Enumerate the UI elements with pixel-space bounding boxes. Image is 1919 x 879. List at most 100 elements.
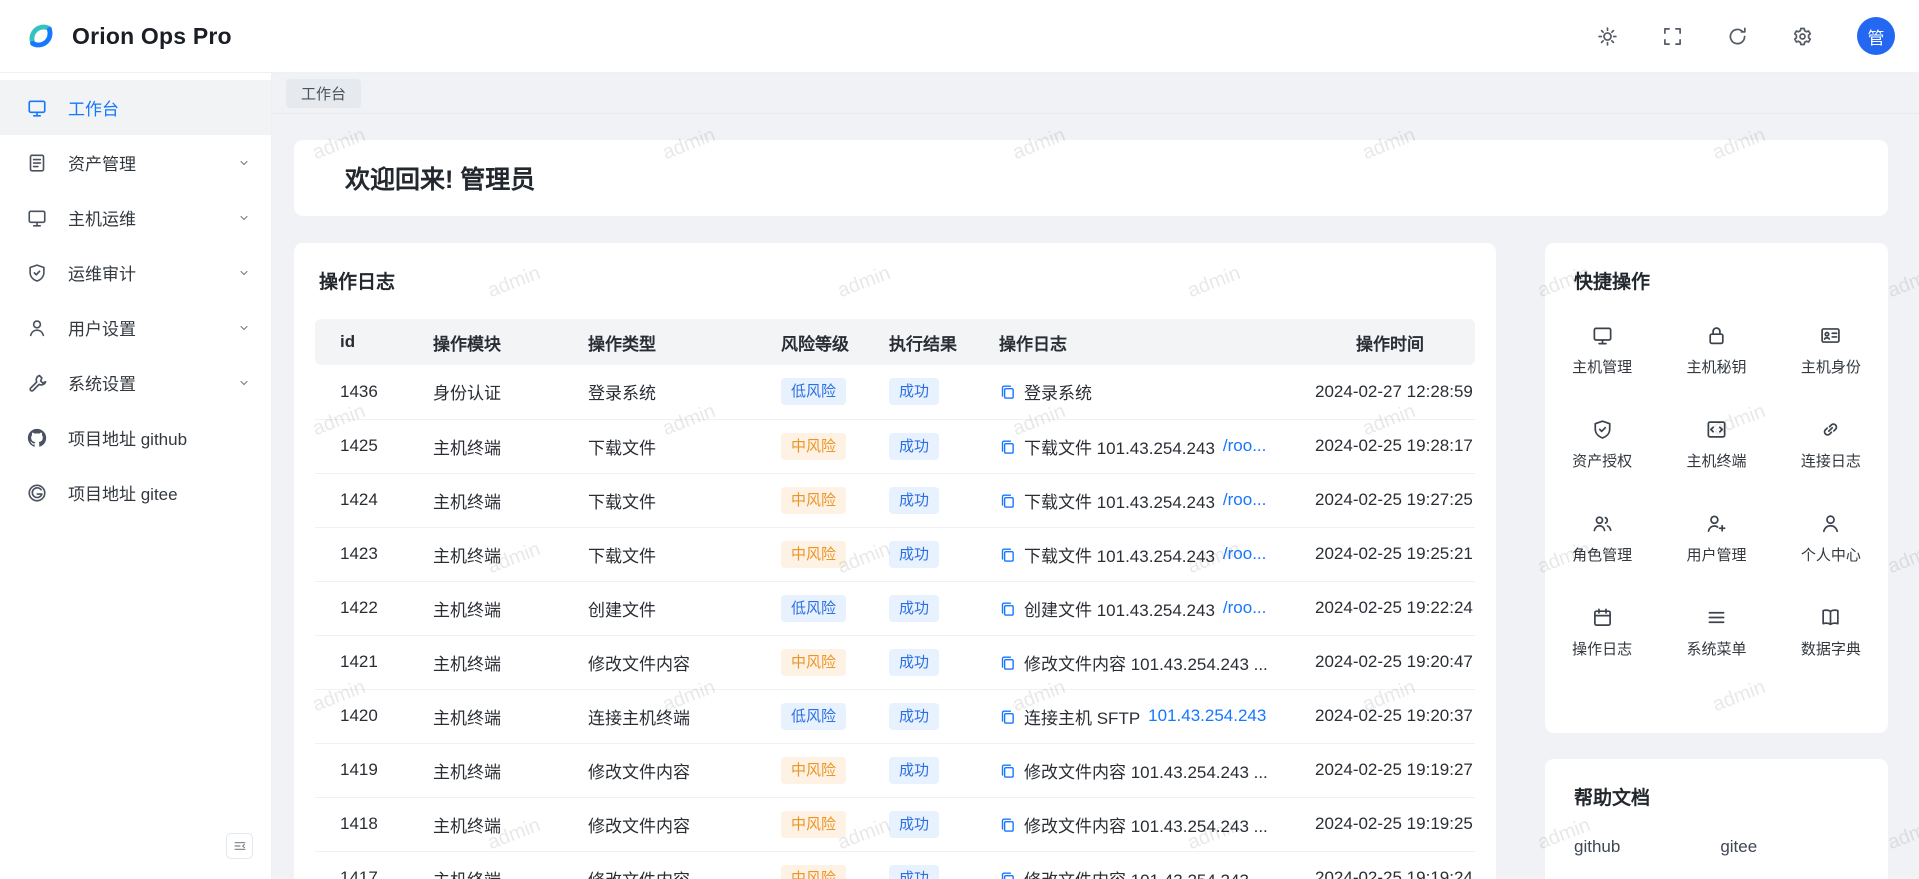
log-link[interactable]: /roo... <box>1223 490 1266 510</box>
idcard-icon <box>1820 325 1841 346</box>
copy-icon[interactable] <box>999 816 1016 833</box>
cell-type: 修改文件内容 <box>580 851 773 879</box>
sidebar-item-label: 运维审计 <box>68 260 216 285</box>
help-link-gitee[interactable]: gitee <box>1720 837 1757 857</box>
column-header: 操作模块 <box>425 319 580 365</box>
log-link[interactable]: /roo... <box>1223 544 1266 564</box>
cell-result: 成功 <box>881 851 991 879</box>
log-link[interactable]: 101.43.254.243 <box>1148 706 1266 726</box>
cell-risk: 中风险 <box>773 527 881 581</box>
risk-level-badge: 低风险 <box>781 378 846 405</box>
help-link-github[interactable]: github <box>1574 837 1620 857</box>
copy-icon[interactable] <box>999 492 1016 509</box>
copy-icon[interactable] <box>999 383 1016 400</box>
quick-actions-title: 快捷操作 <box>1545 267 1888 294</box>
cell-result: 成功 <box>881 527 991 581</box>
log-cell: 下载文件 101.43.254.243/roo... <box>999 488 1297 513</box>
copy-icon[interactable] <box>999 654 1016 671</box>
risk-level-badge: 中风险 <box>781 811 846 838</box>
sidebar-item-system-settings[interactable]: 系统设置 <box>0 355 271 410</box>
cell-type: 修改文件内容 <box>580 635 773 689</box>
log-link[interactable]: /roo... <box>1223 598 1266 618</box>
sidebar-item-host-ops[interactable]: 主机运维 <box>0 190 271 245</box>
sidebar-item-workbench[interactable]: 工作台 <box>0 80 271 135</box>
chevron-down-icon <box>237 266 251 280</box>
copy-icon[interactable] <box>999 600 1016 617</box>
cell-time: 2024-02-25 19:22:24 <box>1305 581 1475 635</box>
menu-icon <box>1706 607 1727 628</box>
copy-icon[interactable] <box>999 438 1016 455</box>
quick-action-connect-log[interactable]: 连接日志 <box>1774 398 1888 492</box>
right-column: 快捷操作 主机管理主机秘钥主机身份资产授权 主机终端连接日志角色管理用户管理个人中… <box>1545 243 1888 879</box>
document-icon <box>27 153 47 173</box>
cell-time: 2024-02-25 19:25:21 <box>1305 527 1475 581</box>
app-header: Orion Ops Pro 管 <box>0 0 1919 73</box>
log-cell: 下载文件 101.43.254.243/roo... <box>999 542 1297 567</box>
cell-id: 1421 <box>315 635 425 689</box>
quick-action-role-manage[interactable]: 角色管理 <box>1545 492 1659 586</box>
sidebar-item-github[interactable]: 项目地址 github <box>0 410 271 465</box>
user-avatar-button[interactable]: 管 <box>1857 17 1895 55</box>
quick-action-user-manage[interactable]: 用户管理 <box>1659 492 1773 586</box>
sidebar-item-asset-management[interactable]: 资产管理 <box>0 135 271 190</box>
quick-action-host-key[interactable]: 主机秘钥 <box>1659 304 1773 398</box>
theme-toggle-button[interactable] <box>1597 26 1618 47</box>
quick-action-label: 资产授权 <box>1572 450 1632 471</box>
copy-icon[interactable] <box>999 870 1016 879</box>
quick-action-label: 操作日志 <box>1572 638 1632 659</box>
sidebar-item-label: 用户设置 <box>68 315 216 340</box>
risk-level-badge: 低风险 <box>781 703 846 730</box>
quick-action-label: 个人中心 <box>1801 544 1861 565</box>
lock-icon <box>1706 325 1727 346</box>
log-text: 修改文件内容 101.43.254.243 ... <box>1024 812 1268 837</box>
quick-action-data-dict[interactable]: 数据字典 <box>1774 586 1888 680</box>
copy-icon[interactable] <box>999 546 1016 563</box>
quick-action-host-terminal[interactable]: 主机终端 <box>1659 398 1773 492</box>
table-row: 1423主机终端下载文件中风险成功下载文件 101.43.254.243/roo… <box>315 527 1475 581</box>
log-cell: 修改文件内容 101.43.254.243 ... <box>999 812 1297 837</box>
quick-action-system-menu[interactable]: 系统菜单 <box>1659 586 1773 680</box>
refresh-button[interactable] <box>1727 26 1748 47</box>
operation-log-card: 操作日志 id操作模块操作类型风险等级执行结果操作日志操作时间 1436身份认证… <box>294 243 1496 879</box>
sidebar-item-label: 资产管理 <box>68 150 216 175</box>
github-icon <box>27 428 47 448</box>
result-badge: 成功 <box>889 378 939 405</box>
gitee-icon <box>27 483 47 503</box>
log-text: 创建文件 101.43.254.243 <box>1024 596 1215 621</box>
welcome-card: 欢迎回来! 管理员 <box>294 140 1888 216</box>
sidebar-item-ops-audit[interactable]: 运维审计 <box>0 245 271 300</box>
cell-id: 1419 <box>315 743 425 797</box>
cell-log: 创建文件 101.43.254.243/roo... <box>991 581 1305 635</box>
log-text: 修改文件内容 101.43.254.243 ... <box>1024 650 1268 675</box>
cell-log: 下载文件 101.43.254.243/roo... <box>991 419 1305 473</box>
quick-action-operation-log[interactable]: 操作日志 <box>1545 586 1659 680</box>
column-header: 操作日志 <box>991 319 1305 365</box>
log-link[interactable]: /roo... <box>1223 436 1266 456</box>
cell-risk: 低风险 <box>773 581 881 635</box>
copy-icon[interactable] <box>999 708 1016 725</box>
quick-action-host-manage[interactable]: 主机管理 <box>1545 304 1659 398</box>
tab-workbench[interactable]: 工作台 <box>286 79 361 108</box>
cell-result: 成功 <box>881 473 991 527</box>
settings-button[interactable] <box>1792 26 1813 47</box>
copy-icon[interactable] <box>999 762 1016 779</box>
quick-action-host-identity[interactable]: 主机身份 <box>1774 304 1888 398</box>
sidebar-collapse-button[interactable] <box>226 833 253 859</box>
quick-action-profile-center[interactable]: 个人中心 <box>1774 492 1888 586</box>
fullscreen-button[interactable] <box>1662 26 1683 47</box>
log-table-head-row: id操作模块操作类型风险等级执行结果操作日志操作时间 <box>315 319 1475 365</box>
sidebar-item-user-settings[interactable]: 用户设置 <box>0 300 271 355</box>
risk-level-badge: 中风险 <box>781 757 846 784</box>
cell-time: 2024-02-25 19:19:25 <box>1305 797 1475 851</box>
column-header: 执行结果 <box>881 319 991 365</box>
quick-action-label: 系统菜单 <box>1686 638 1746 659</box>
sidebar-item-label: 工作台 <box>68 95 251 120</box>
cell-module: 主机终端 <box>425 635 580 689</box>
quick-action-asset-grant[interactable]: 资产授权 <box>1545 398 1659 492</box>
cell-risk: 中风险 <box>773 419 881 473</box>
sidebar-item-gitee[interactable]: 项目地址 gitee <box>0 465 271 520</box>
chevron-down-icon <box>237 376 251 390</box>
result-badge: 成功 <box>889 703 939 730</box>
risk-level-badge: 中风险 <box>781 487 846 514</box>
cell-id: 1422 <box>315 581 425 635</box>
